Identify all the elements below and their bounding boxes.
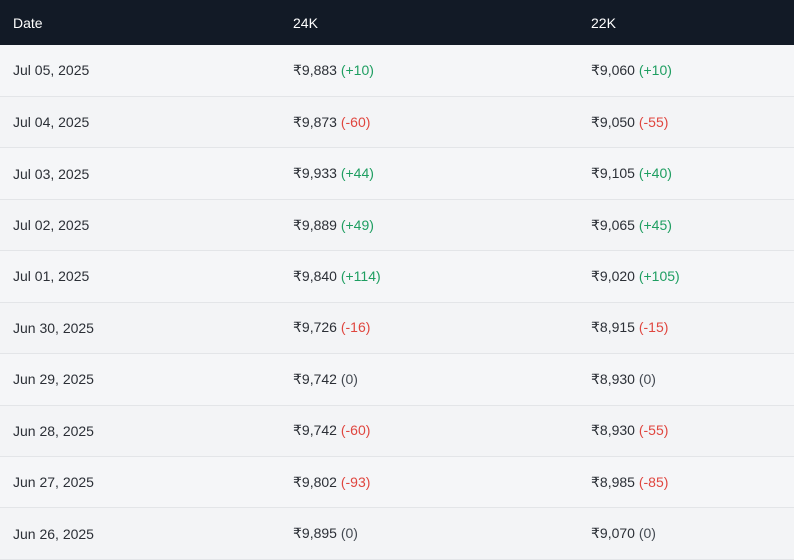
price-value: ₹9,742 <box>293 370 337 387</box>
table-header: Date 24K 22K <box>0 0 794 45</box>
price-value: ₹8,930 <box>591 370 635 387</box>
price-change: (+40) <box>638 165 672 182</box>
date-cell: Jun 27, 2025 <box>13 474 94 491</box>
price-24k-cell: ₹9,933 (+44) <box>293 148 591 199</box>
date-cell: Jun 28, 2025 <box>13 422 94 439</box>
table-row: Jul 01, 2025 ₹9,840 (+114) ₹9,020 (+105) <box>0 250 794 303</box>
date-cell: Jul 03, 2025 <box>13 165 90 182</box>
price-change: (+49) <box>340 216 374 233</box>
price-24k-cell: ₹9,873 (-60) <box>293 96 591 147</box>
price-change: (+10) <box>638 61 672 78</box>
date-cell: Jul 02, 2025 <box>13 217 90 234</box>
date-cell: Jun 30, 2025 <box>13 319 94 336</box>
gold-price-table: Date 24K 22K Jul 05, 2025 ₹9,883 (+10) ₹9,… <box>0 0 794 560</box>
price-value: ₹9,840 <box>293 267 337 284</box>
price-change: (-15) <box>638 319 669 336</box>
price-value: ₹8,930 <box>591 422 635 439</box>
table-row: Jun 28, 2025 ₹9,742 (-60) ₹8,930 (-55) <box>0 405 794 457</box>
date-cell: Jul 01, 2025 <box>13 268 90 285</box>
header-row: Date 24K 22K <box>0 0 794 45</box>
price-value: ₹9,742 <box>293 422 337 439</box>
price-value: ₹9,065 <box>591 216 635 233</box>
price-change: (-55) <box>638 113 669 130</box>
price-24k-cell: ₹9,883 (+10) <box>293 45 591 96</box>
price-24k-cell: ₹9,802 (-93) <box>293 457 591 508</box>
price-22k-cell: ₹9,060 (+10) <box>591 45 794 96</box>
price-change: (-60) <box>340 113 371 130</box>
price-22k-cell: ₹8,930 (-55) <box>591 405 794 456</box>
date-cell: Jun 29, 2025 <box>13 371 94 388</box>
price-change: (0) <box>340 525 358 542</box>
price-change: (-60) <box>340 422 371 439</box>
price-value: ₹9,050 <box>591 113 635 130</box>
price-change: (-16) <box>340 319 371 336</box>
column-header-24k: 24K <box>293 14 318 31</box>
price-change: (0) <box>638 525 656 542</box>
price-value: ₹9,802 <box>293 473 337 490</box>
price-change: (-85) <box>638 473 669 490</box>
table-body: Jul 05, 2025 ₹9,883 (+10) ₹9,060 (+10) Jul … <box>0 45 794 560</box>
price-24k-cell: ₹9,742 (-60) <box>293 405 591 456</box>
price-change: (-55) <box>638 422 669 439</box>
price-change: (+44) <box>340 165 374 182</box>
price-value: ₹9,070 <box>591 525 635 542</box>
date-cell: Jul 04, 2025 <box>13 114 90 131</box>
date-cell: Jul 05, 2025 <box>13 62 90 79</box>
price-value: ₹9,726 <box>293 319 337 336</box>
price-change: (0) <box>638 370 656 387</box>
price-22k-cell: ₹9,020 (+105) <box>591 251 794 302</box>
table-row: Jul 05, 2025 ₹9,883 (+10) ₹9,060 (+10) <box>0 45 794 97</box>
price-24k-cell: ₹9,742 (0) <box>293 354 591 405</box>
price-value: ₹9,933 <box>293 165 337 182</box>
price-change: (+10) <box>340 61 374 78</box>
price-22k-cell: ₹9,105 (+40) <box>591 148 794 199</box>
price-22k-cell: ₹9,050 (-55) <box>591 96 794 147</box>
table-row: Jul 04, 2025 ₹9,873 (-60) ₹9,050 (-55) <box>0 96 794 148</box>
price-value: ₹9,105 <box>591 165 635 182</box>
price-change: (+114) <box>340 267 381 284</box>
table-row: Jun 27, 2025 ₹9,802 (-93) ₹8,985 (-85) <box>0 456 794 508</box>
price-change: (+105) <box>638 267 680 284</box>
price-change: (0) <box>340 370 358 387</box>
price-24k-cell: ₹9,840 (+114) <box>293 251 591 302</box>
table-row: Jun 30, 2025 ₹9,726 (-16) ₹8,915 (-15) <box>0 302 794 354</box>
price-value: ₹8,985 <box>591 473 635 490</box>
price-value: ₹9,060 <box>591 61 635 78</box>
column-header-date: Date <box>13 14 43 31</box>
price-22k-cell: ₹9,065 (+45) <box>591 199 794 250</box>
price-value: ₹9,895 <box>293 525 337 542</box>
price-22k-cell: ₹8,985 (-85) <box>591 457 794 508</box>
column-header-22k: 22K <box>591 14 616 31</box>
price-22k-cell: ₹8,915 (-15) <box>591 302 794 353</box>
table-row: Jun 26, 2025 ₹9,895 (0) ₹9,070 (0) <box>0 507 794 560</box>
price-value: ₹9,883 <box>293 61 337 78</box>
price-value: ₹9,873 <box>293 113 337 130</box>
table-row: Jul 02, 2025 ₹9,889 (+49) ₹9,065 (+45) <box>0 199 794 251</box>
price-22k-cell: ₹9,070 (0) <box>591 508 794 560</box>
table-row: Jun 29, 2025 ₹9,742 (0) ₹8,930 (0) <box>0 353 794 406</box>
price-change: (-93) <box>340 473 371 490</box>
price-change: (+45) <box>638 216 672 233</box>
price-24k-cell: ₹9,889 (+49) <box>293 199 591 250</box>
price-22k-cell: ₹8,930 (0) <box>591 354 794 405</box>
price-24k-cell: ₹9,726 (-16) <box>293 302 591 353</box>
price-value: ₹9,889 <box>293 216 337 233</box>
price-value: ₹8,915 <box>591 319 635 336</box>
price-value: ₹9,020 <box>591 267 635 284</box>
price-24k-cell: ₹9,895 (0) <box>293 508 591 560</box>
date-cell: Jun 26, 2025 <box>13 525 94 542</box>
table-row: Jul 03, 2025 ₹9,933 (+44) ₹9,105 (+40) <box>0 147 794 200</box>
